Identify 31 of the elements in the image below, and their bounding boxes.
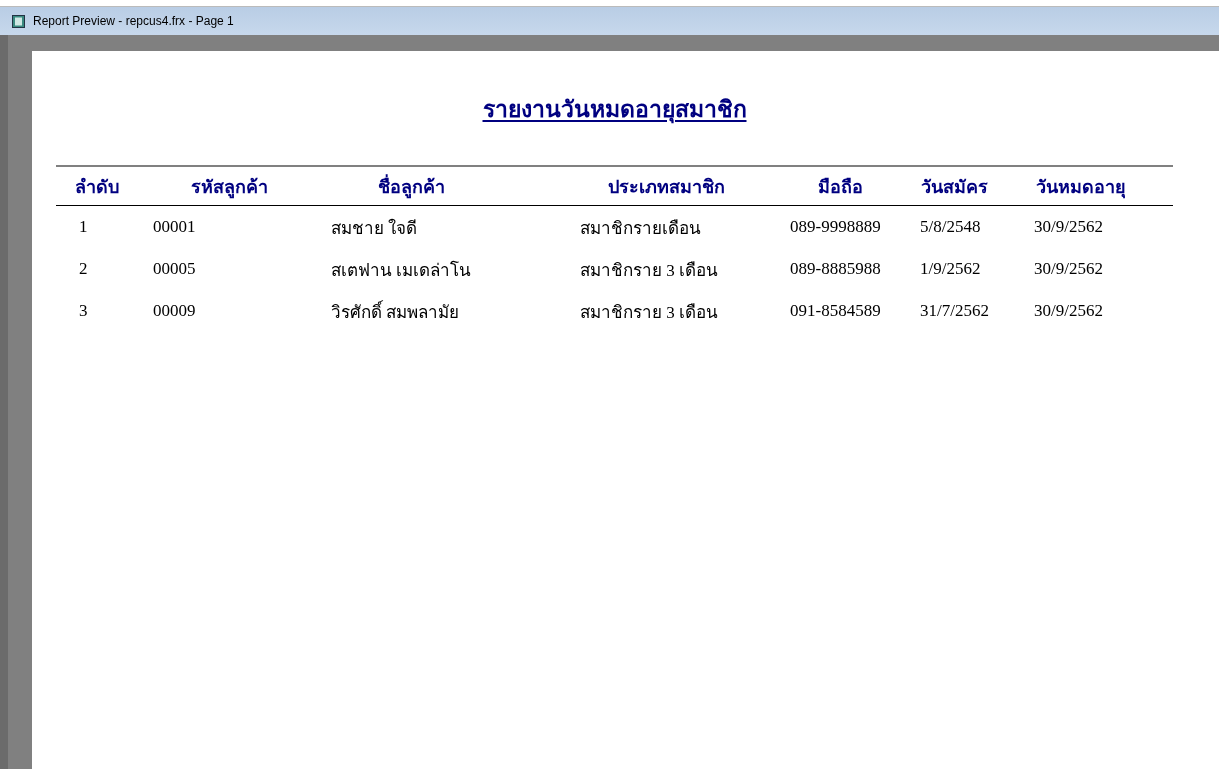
table-cell: 00001	[153, 217, 196, 237]
table-cell: 1/9/2562	[920, 259, 981, 279]
table-cell: 00009	[153, 301, 196, 321]
window-title: Report Preview - repcus4.frx - Page 1	[33, 14, 234, 28]
window-icon	[12, 14, 25, 28]
table-cell: 30/9/2562	[1034, 259, 1103, 279]
table-cell: 30/9/2562	[1034, 301, 1103, 321]
table-cell-text: วิรศักดิ์ สมพลามัย	[331, 299, 460, 324]
column-header: รหัสลูกค้า	[191, 175, 268, 201]
column-header: วันสมัคร	[921, 175, 988, 199]
column-header: ประเภทสมาชิก	[608, 175, 725, 199]
table-cell: 2	[79, 259, 88, 279]
table-cell-text: สมชาย ใจดี	[331, 217, 418, 240]
table-cell: 089-8885988	[790, 259, 881, 279]
table-cell: 31/7/2562	[920, 301, 989, 321]
table-cell: 30/9/2562	[1034, 217, 1103, 237]
table-cell-text: สเตฟาน เมเดล่าโน	[331, 259, 472, 282]
table-cell: 089-9998889	[790, 217, 881, 237]
table-cell-text: สมาชิกราย 3 เดือน	[580, 259, 718, 282]
table-cell: 091-8584589	[790, 301, 881, 321]
table-cell-text: สมาชิกรายเดือน	[580, 217, 701, 240]
column-header: มือถือ	[818, 175, 863, 199]
report-title: รายงานวันหมดอายุสมาชิก	[481, 96, 748, 126]
table-cell: 1	[79, 217, 88, 237]
table-cell: 5/8/2548	[920, 217, 981, 237]
table-cell-text: สมาชิกราย 3 เดือน	[580, 301, 718, 324]
table-cell: 00005	[153, 259, 196, 279]
column-header: ชื่อลูกค้า	[378, 173, 445, 201]
column-header: วันหมดอายุ	[1036, 175, 1126, 201]
column-header: ลำดับ	[75, 175, 119, 199]
table-cell: 3	[79, 301, 88, 321]
